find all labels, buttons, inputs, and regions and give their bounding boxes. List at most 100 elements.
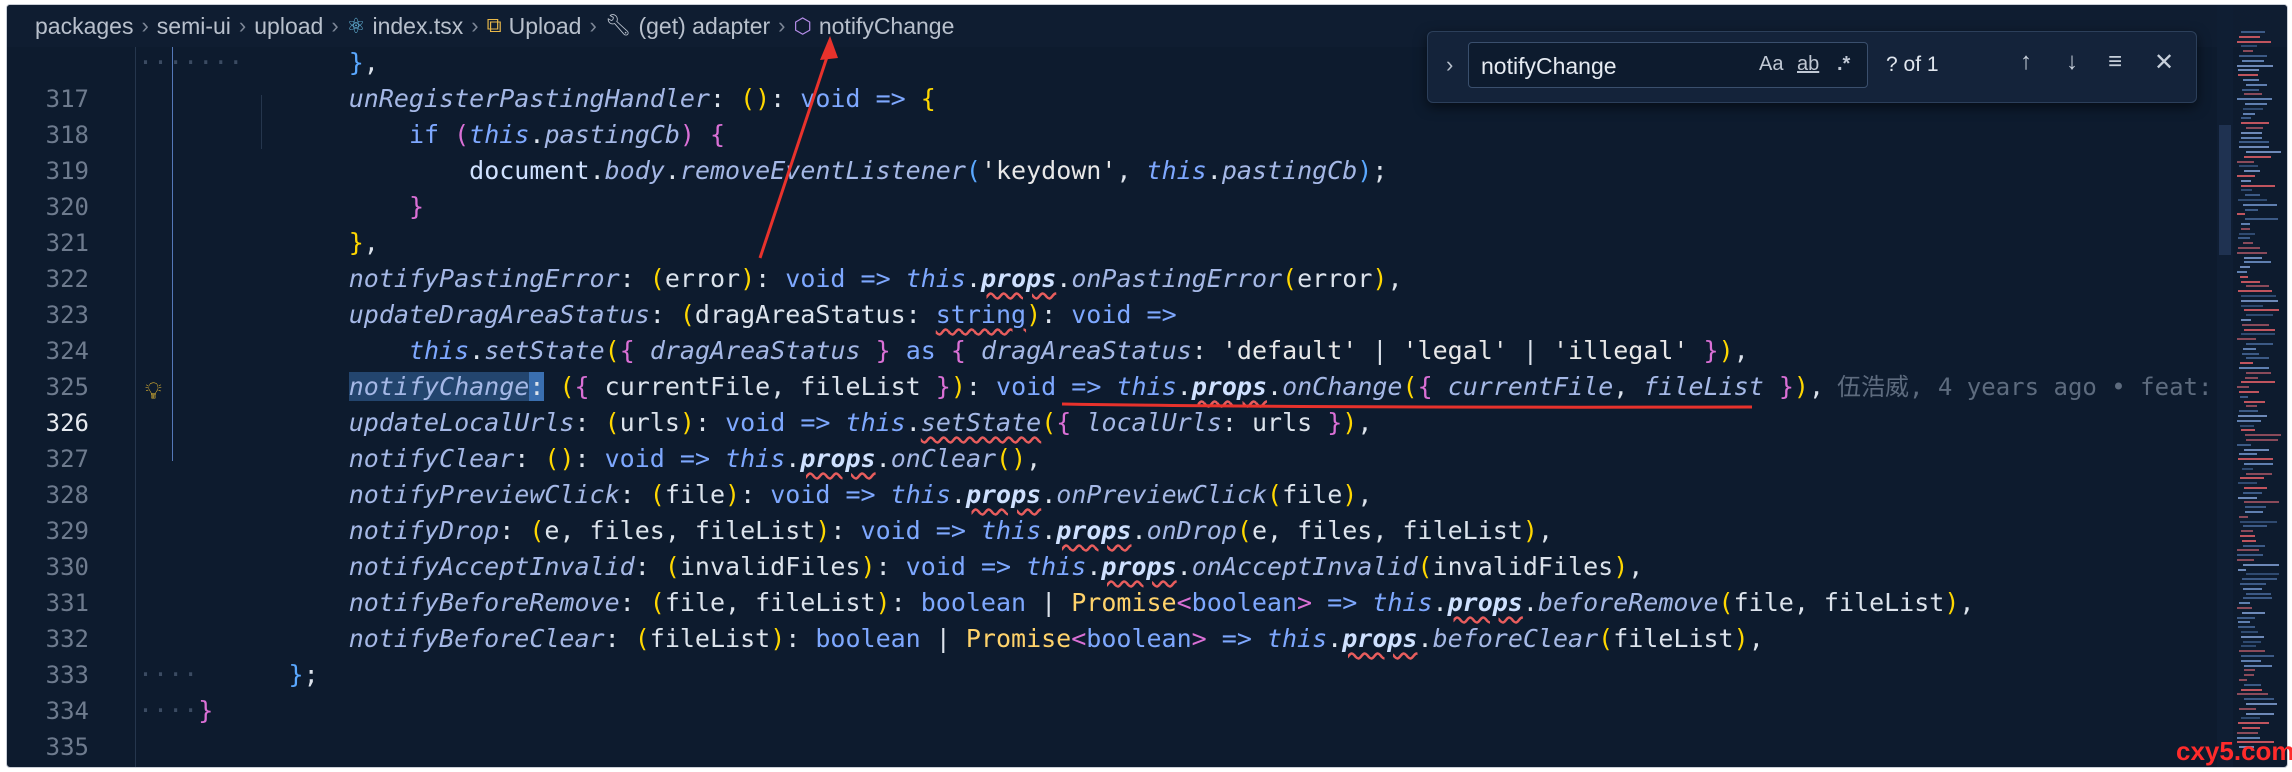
code-line: 331 notifyAcceptInvalid: (invalidFiles):… xyxy=(7,549,2207,617)
minimap-line xyxy=(2246,439,2278,441)
minimap-line xyxy=(2244,309,2279,312)
minimap-line xyxy=(2246,127,2263,129)
selection-icon[interactable]: ≡ xyxy=(2108,48,2122,76)
minimap-line xyxy=(2237,64,2273,67)
minimap-line xyxy=(2241,131,2262,134)
minimap-line xyxy=(2242,578,2277,581)
minimap-line xyxy=(2246,357,2269,360)
minimap-line xyxy=(2237,607,2252,609)
minimap-line xyxy=(2241,299,2278,302)
minimap-line xyxy=(2241,635,2264,638)
breadcrumb-item-semi-ui[interactable]: semi-ui xyxy=(157,13,231,40)
minimap-line xyxy=(2245,376,2258,379)
match-case-toggle[interactable]: Aa xyxy=(1759,53,1783,76)
minimap-line xyxy=(2242,611,2265,614)
breadcrumb-item-adapter[interactable]: 🔧︎ (get) adapter xyxy=(605,13,770,40)
minimap-line xyxy=(2243,525,2267,528)
code-line: 327 updateLocalUrls: (urls): void => thi… xyxy=(7,405,2207,473)
watermark: cxy5.com xyxy=(2176,736,2292,766)
minimap-line xyxy=(2243,347,2256,350)
breadcrumb-item-index-tsx[interactable]: ⚛ index.tsx xyxy=(347,13,464,40)
arrow-down-icon[interactable]: ↓ xyxy=(2066,48,2078,76)
minimap-line xyxy=(2241,280,2260,283)
minimap-line xyxy=(2241,304,2263,307)
minimap-line xyxy=(2243,112,2255,115)
minimap-line xyxy=(2241,122,2269,125)
minimap-line xyxy=(2237,213,2245,216)
minimap-line xyxy=(2243,242,2253,245)
minimap-line xyxy=(2237,338,2256,341)
breadcrumb-item-upload-class[interactable]: ⧉ Upload xyxy=(487,13,582,40)
minimap-line xyxy=(2238,496,2257,499)
minimap-line xyxy=(2243,79,2259,81)
breadcrumb-item-packages[interactable]: packages xyxy=(35,13,133,40)
minimap-line xyxy=(2241,227,2250,230)
minimap-line xyxy=(2246,314,2273,317)
chevron-right-icon: › xyxy=(589,13,597,38)
minimap-line xyxy=(2237,731,2258,734)
minimap-line xyxy=(2244,698,2274,701)
breadcrumb-label: upload xyxy=(254,12,324,39)
vertical-scrollbar[interactable] xyxy=(2217,5,2233,767)
minimap-line xyxy=(2241,631,2258,633)
git-blame-annotation: 伍浩威, 4 years ago • feat: xyxy=(1837,373,2213,401)
whole-word-toggle[interactable]: ab xyxy=(1797,53,1819,76)
minimap-line xyxy=(2242,323,2269,326)
minimap-line xyxy=(2244,261,2271,264)
minimap-line xyxy=(2241,184,2275,187)
minimap-line xyxy=(2239,650,2265,653)
minimap-line xyxy=(2243,203,2277,206)
close-icon[interactable]: ✕ xyxy=(2154,48,2174,77)
code-line-current: 326 💡︎ notifyChange: ({ currentFile, fil… xyxy=(7,369,2212,437)
cube-icon: ⬡ xyxy=(793,14,812,38)
minimap-line xyxy=(2239,707,2256,710)
arrow-up-icon[interactable]: ↑ xyxy=(2020,48,2032,76)
scrollbar-thumb[interactable] xyxy=(2219,125,2231,255)
minimap-line xyxy=(2241,429,2255,432)
code-line: 320 document.body.removeEventListener('k… xyxy=(7,153,2207,221)
minimap-line xyxy=(2244,664,2272,667)
breadcrumb-item-upload-folder[interactable]: upload xyxy=(254,13,323,40)
minimap-line xyxy=(2245,208,2258,211)
minimap-line xyxy=(2237,160,2254,163)
minimap-line xyxy=(2239,410,2258,413)
minimap-line xyxy=(2244,256,2262,259)
minimap-line xyxy=(2238,237,2250,240)
code-line: 321 } xyxy=(7,189,2207,257)
minimap-line xyxy=(2239,165,2258,168)
minimap-line xyxy=(2242,727,2260,729)
minimap-line xyxy=(2244,170,2260,173)
breadcrumb-item-notifychange[interactable]: ⬡ notifyChange xyxy=(794,13,955,40)
code-line: 334 ···· }; xyxy=(7,657,2207,725)
minimap-line xyxy=(2243,544,2265,547)
minimap-line xyxy=(2238,247,2260,249)
chevron-right-icon[interactable]: › xyxy=(1446,52,1453,78)
minimap-line xyxy=(2240,275,2248,278)
minimap-line xyxy=(2237,40,2271,43)
minimap-line xyxy=(2239,515,2248,518)
minimap-line xyxy=(2239,453,2257,456)
minimap-line xyxy=(2240,424,2254,427)
minimap-line xyxy=(2241,717,2260,720)
minimap-line xyxy=(2238,69,2259,72)
minimap-line xyxy=(2237,554,2263,557)
react-icon: ⚛ xyxy=(346,14,366,38)
breadcrumb-label: packages xyxy=(35,12,134,39)
minimap-line xyxy=(2246,83,2267,86)
wrench-icon: 🔧︎ xyxy=(604,14,632,37)
minimap-line xyxy=(2237,443,2251,446)
regex-toggle[interactable]: .* xyxy=(1837,53,1850,76)
minimap-line xyxy=(2241,645,2256,648)
minimap-line xyxy=(2237,616,2255,619)
minimap-line xyxy=(2241,319,2251,321)
minimap-line xyxy=(2240,266,2250,269)
minimap-line xyxy=(2239,55,2267,57)
code-editor[interactable]: 317 ······· }, 318 unRegisterPastingHand… xyxy=(7,47,2287,767)
chevron-right-icon: › xyxy=(238,13,247,38)
minimap-line xyxy=(2242,352,2259,355)
editor-window: packages › semi-ui › upload › ⚛ index.tsx… xyxy=(6,4,2288,768)
minimap[interactable] xyxy=(2237,31,2281,761)
minimap-line xyxy=(2241,295,2276,297)
minimap-line xyxy=(2241,530,2253,533)
find-input[interactable] xyxy=(1479,51,1743,81)
